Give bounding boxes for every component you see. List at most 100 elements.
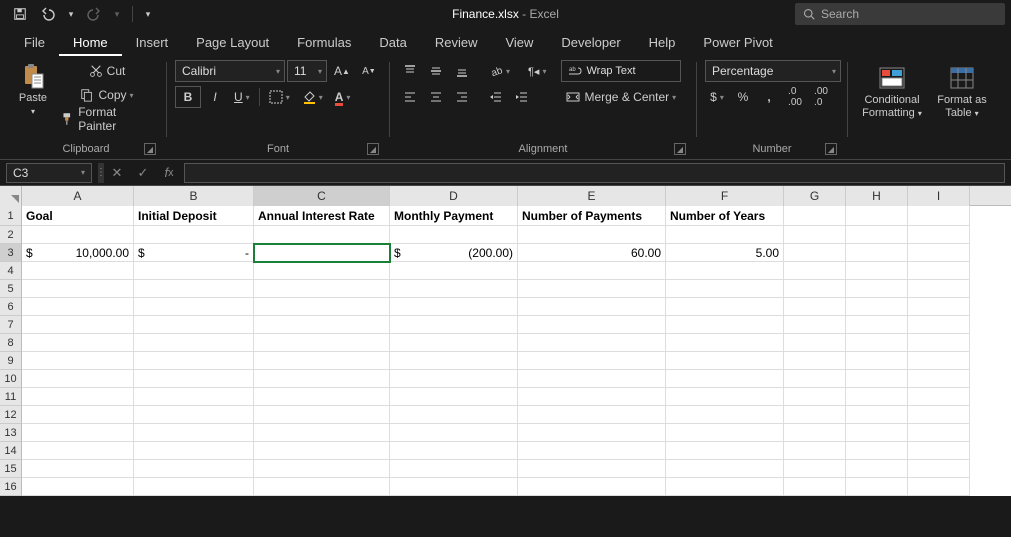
redo-icon[interactable] (82, 3, 106, 25)
tab-formulas[interactable]: Formulas (283, 30, 365, 56)
cell-H16[interactable] (846, 478, 908, 496)
cell-I6[interactable] (908, 298, 970, 316)
cell-H1[interactable] (846, 206, 908, 226)
cell-A14[interactable] (22, 442, 134, 460)
cell-E3[interactable]: 60.00 (518, 244, 666, 262)
tab-data[interactable]: Data (365, 30, 420, 56)
cell-D13[interactable] (390, 424, 518, 442)
cell-H15[interactable] (846, 460, 908, 478)
cell-H10[interactable] (846, 370, 908, 388)
row-header-1[interactable]: 1 (0, 206, 22, 226)
row-header-7[interactable]: 7 (0, 316, 22, 334)
orientation-button[interactable]: ab▾ (484, 60, 515, 82)
row-header-4[interactable]: 4 (0, 262, 22, 280)
cell-H7[interactable] (846, 316, 908, 334)
cell-B16[interactable] (134, 478, 254, 496)
cell-E8[interactable] (518, 334, 666, 352)
cell-I15[interactable] (908, 460, 970, 478)
tab-file[interactable]: File (10, 30, 59, 56)
cell-H4[interactable] (846, 262, 908, 280)
cell-F12[interactable] (666, 406, 784, 424)
cell-C3[interactable] (254, 244, 390, 262)
cell-B10[interactable] (134, 370, 254, 388)
paste-button[interactable]: Paste▾ (14, 60, 52, 117)
cell-H13[interactable] (846, 424, 908, 442)
row-header-10[interactable]: 10 (0, 370, 22, 388)
cell-A9[interactable] (22, 352, 134, 370)
cell-E6[interactable] (518, 298, 666, 316)
cell-E15[interactable] (518, 460, 666, 478)
tab-home[interactable]: Home (59, 30, 122, 56)
cell-D7[interactable] (390, 316, 518, 334)
cell-G6[interactable] (784, 298, 846, 316)
cell-C7[interactable] (254, 316, 390, 334)
conditional-formatting-button[interactable]: Conditional Formatting ▾ (856, 62, 928, 119)
rtl-button[interactable]: ¶◂▾ (523, 60, 551, 82)
bold-button[interactable]: B (175, 86, 201, 108)
cell-H5[interactable] (846, 280, 908, 298)
cell-F7[interactable] (666, 316, 784, 334)
format-as-table-button[interactable]: Format as Table ▾ (932, 62, 992, 119)
cell-F1[interactable]: Number of Years (666, 206, 784, 226)
cell-F11[interactable] (666, 388, 784, 406)
cell-D5[interactable] (390, 280, 518, 298)
cell-D8[interactable] (390, 334, 518, 352)
cell-C9[interactable] (254, 352, 390, 370)
align-left-button[interactable] (398, 86, 422, 108)
cell-D12[interactable] (390, 406, 518, 424)
cell-H12[interactable] (846, 406, 908, 424)
formula-input[interactable] (184, 163, 1005, 183)
copy-button[interactable]: Copy▾ (56, 84, 158, 106)
cell-E4[interactable] (518, 262, 666, 280)
tab-developer[interactable]: Developer (547, 30, 634, 56)
cell-H6[interactable] (846, 298, 908, 316)
fill-color-button[interactable]: ▾ (297, 86, 328, 108)
cell-C8[interactable] (254, 334, 390, 352)
row-header-9[interactable]: 9 (0, 352, 22, 370)
font-name-combo[interactable]: Calibri▾ (175, 60, 285, 82)
cell-G5[interactable] (784, 280, 846, 298)
comma-button[interactable]: , (757, 86, 781, 108)
cell-E10[interactable] (518, 370, 666, 388)
cell-I13[interactable] (908, 424, 970, 442)
cell-D6[interactable] (390, 298, 518, 316)
cell-F16[interactable] (666, 478, 784, 496)
tab-help[interactable]: Help (635, 30, 690, 56)
cell-C2[interactable] (254, 226, 390, 244)
cell-D11[interactable] (390, 388, 518, 406)
cell-G1[interactable] (784, 206, 846, 226)
cell-F4[interactable] (666, 262, 784, 280)
cell-G14[interactable] (784, 442, 846, 460)
cell-D3[interactable]: $(200.00) (390, 244, 518, 262)
cell-A12[interactable] (22, 406, 134, 424)
cell-E16[interactable] (518, 478, 666, 496)
cell-H9[interactable] (846, 352, 908, 370)
cell-H8[interactable] (846, 334, 908, 352)
undo-icon[interactable] (36, 3, 60, 25)
increase-indent-button[interactable] (510, 86, 534, 108)
cell-B9[interactable] (134, 352, 254, 370)
cell-B15[interactable] (134, 460, 254, 478)
cell-C4[interactable] (254, 262, 390, 280)
cell-G8[interactable] (784, 334, 846, 352)
merge-center-button[interactable]: Merge & Center▾ (561, 86, 681, 108)
cell-G15[interactable] (784, 460, 846, 478)
cell-D10[interactable] (390, 370, 518, 388)
align-center-button[interactable] (424, 86, 448, 108)
align-middle-button[interactable] (424, 60, 448, 82)
alignment-dialog-launcher[interactable]: ◢ (674, 143, 686, 155)
cell-C1[interactable]: Annual Interest Rate (254, 206, 390, 226)
cell-I11[interactable] (908, 388, 970, 406)
cell-C15[interactable] (254, 460, 390, 478)
cell-C11[interactable] (254, 388, 390, 406)
column-header-D[interactable]: D (390, 186, 518, 206)
align-bottom-button[interactable] (450, 60, 474, 82)
cell-D9[interactable] (390, 352, 518, 370)
format-painter-button[interactable]: Format Painter (56, 108, 158, 130)
cell-A1[interactable]: Goal (22, 206, 134, 226)
accounting-format-button[interactable]: $▾ (705, 86, 729, 108)
cell-F8[interactable] (666, 334, 784, 352)
select-all-corner[interactable] (0, 186, 22, 206)
clipboard-dialog-launcher[interactable]: ◢ (144, 143, 156, 155)
cell-A6[interactable] (22, 298, 134, 316)
